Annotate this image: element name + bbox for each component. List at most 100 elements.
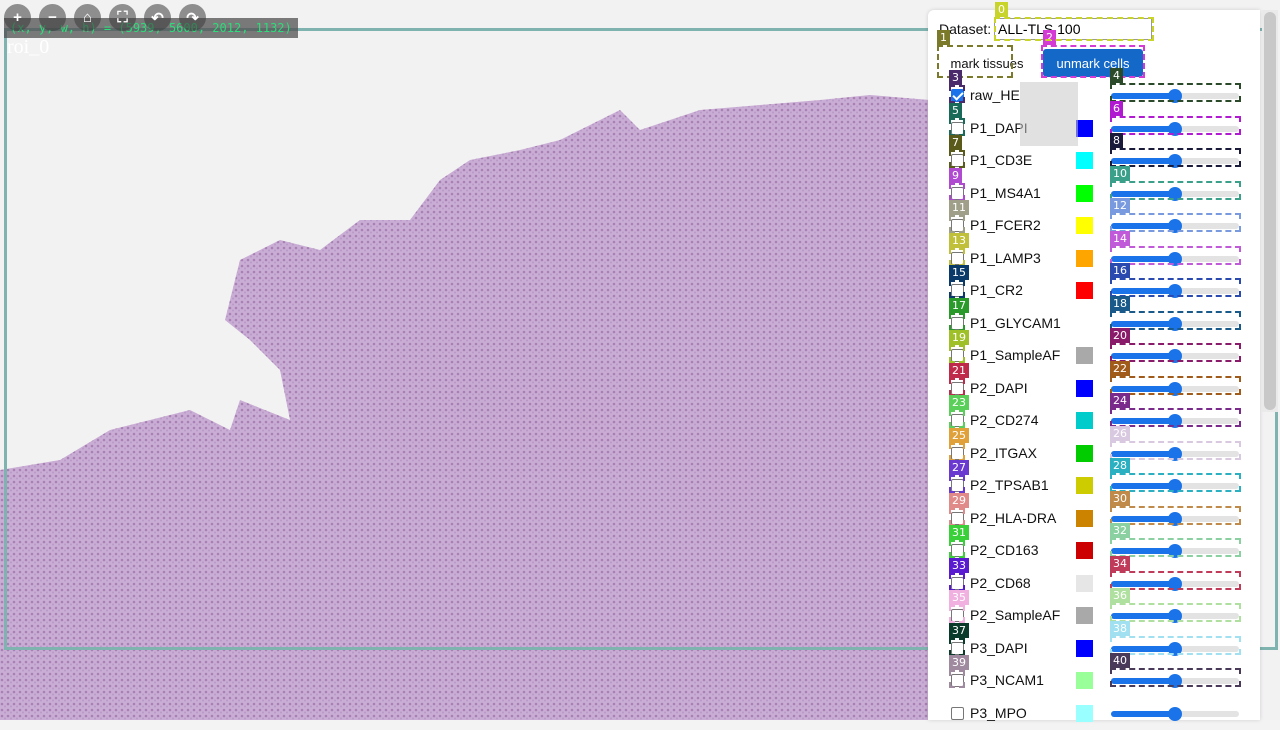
- fullscreen-icon[interactable]: ⛶: [109, 4, 136, 31]
- mark-badge: 36: [1110, 588, 1130, 603]
- zoom-in-icon[interactable]: +: [4, 4, 31, 31]
- channel-name: P3_MPO: [970, 704, 1027, 721]
- mark-badge: 13: [949, 232, 969, 248]
- channel-color-swatch[interactable]: [1076, 509, 1093, 527]
- scrollbar-thumb[interactable]: [1264, 12, 1276, 410]
- mark-badge: 27: [949, 460, 969, 475]
- channel-color-swatch[interactable]: [1076, 672, 1093, 689]
- mark-badge: 21: [949, 362, 969, 378]
- mark-frame: [1110, 343, 1241, 362]
- channel-color-swatch[interactable]: [1076, 314, 1093, 332]
- hover-overlay: [1020, 82, 1078, 146]
- mark-frame: [949, 215, 965, 233]
- mark-frame: [1110, 245, 1241, 265]
- mark-frame: [1110, 310, 1241, 330]
- mark-badge: 33: [949, 557, 969, 573]
- mark-badge: 6: [1110, 100, 1123, 116]
- mark-frame: [1110, 635, 1241, 655]
- mark-badge: 8: [1110, 133, 1123, 148]
- mark-frame: [1110, 440, 1241, 460]
- mark-frame: [949, 572, 965, 591]
- channel-color-swatch[interactable]: [1076, 249, 1093, 267]
- mark-frame: [1110, 375, 1241, 395]
- mark-frame: [949, 637, 965, 656]
- channel-name: P1_MS4A1: [970, 184, 1041, 201]
- channel-color-swatch[interactable]: [1076, 639, 1093, 657]
- rotate-right-icon[interactable]: ↷: [179, 4, 206, 31]
- channel-checkbox[interactable]: [951, 706, 964, 720]
- mark-frame: [1110, 115, 1241, 135]
- mark-badge: 7: [949, 135, 962, 150]
- mark-badge: 31: [949, 525, 969, 540]
- channel-color-swatch[interactable]: [1076, 119, 1093, 137]
- mark-badge: 1: [937, 30, 950, 45]
- mark-frame: [1110, 278, 1241, 297]
- mark-frame: [1041, 45, 1145, 78]
- mark-frame: [949, 150, 965, 168]
- mark-frame: [1110, 603, 1241, 622]
- channel-color-swatch[interactable]: [1076, 379, 1093, 397]
- mark-badge: 4: [1110, 68, 1123, 83]
- mark-frame: [949, 117, 965, 136]
- mark-frame: [949, 475, 965, 493]
- channel-name: P2_TPSAB1: [970, 477, 1049, 493]
- home-icon[interactable]: ⌂: [74, 4, 101, 31]
- channel-color-swatch[interactable]: [1076, 412, 1093, 429]
- mark-badge: 17: [949, 297, 969, 313]
- mark-badge: 24: [1110, 393, 1130, 408]
- rotate-left-icon[interactable]: ↶: [144, 4, 171, 31]
- mark-badge: 30: [1110, 490, 1130, 506]
- channel-name: P2_CD163: [970, 542, 1039, 558]
- mark-badge: 25: [949, 427, 969, 443]
- mark-frame: [949, 85, 965, 103]
- channel-name: P2_CD68: [970, 574, 1031, 591]
- mark-frame: [1110, 213, 1241, 232]
- mark-frame: [949, 280, 965, 298]
- mark-frame: [1110, 505, 1241, 525]
- slider-thumb[interactable]: [1168, 706, 1182, 721]
- mark-badge: 18: [1110, 295, 1130, 311]
- zoom-out-icon[interactable]: −: [39, 4, 66, 31]
- channel-color-swatch[interactable]: [1076, 477, 1093, 494]
- mark-frame: [949, 670, 965, 688]
- channel-color-swatch[interactable]: [1076, 184, 1093, 202]
- mark-frame: [949, 507, 965, 526]
- mark-badge: 0: [995, 2, 1008, 17]
- mark-badge: 38: [1110, 620, 1130, 636]
- mark-badge: 40: [1110, 653, 1130, 668]
- channel-color-swatch[interactable]: [1076, 704, 1093, 722]
- channel-color-swatch[interactable]: [1076, 444, 1093, 462]
- channel-color-swatch[interactable]: [1076, 574, 1093, 592]
- mark-badge: 29: [949, 492, 969, 508]
- mark-badge: 39: [949, 655, 969, 670]
- mark-frame: [949, 410, 965, 428]
- mark-badge: 22: [1110, 360, 1130, 376]
- mark-frame: [1110, 148, 1241, 167]
- mark-frame: [949, 182, 965, 201]
- mark-badge: 16: [1110, 263, 1130, 278]
- channel-color-swatch[interactable]: [1076, 282, 1093, 299]
- mark-badge: 3: [949, 70, 962, 85]
- channel-color-swatch[interactable]: [1076, 217, 1093, 234]
- roi-label: roi_0: [7, 36, 50, 58]
- channel-intensity-slider[interactable]: [1111, 706, 1239, 721]
- mark-frame: [949, 605, 965, 623]
- channel-name: P2_DAPI: [970, 379, 1028, 396]
- channel-name: raw_HE: [970, 87, 1020, 103]
- mark-frame: [949, 442, 965, 461]
- channel-color-swatch[interactable]: [1076, 347, 1093, 364]
- mark-badge: 26: [1110, 425, 1130, 441]
- mark-badge: 10: [1110, 165, 1130, 181]
- mark-frame: [949, 377, 965, 396]
- panel-scrollbar[interactable]: [1262, 10, 1278, 412]
- channel-name: P2_CD274: [970, 412, 1039, 428]
- viewer-toolbar: + − ⌂ ⛶ ↶ ↷: [4, 4, 206, 31]
- mark-badge: 35: [949, 590, 969, 605]
- mark-badge: 19: [949, 330, 969, 345]
- mark-badge: 32: [1110, 523, 1130, 538]
- mark-badge: 14: [1110, 230, 1130, 246]
- channel-color-swatch[interactable]: [1076, 607, 1093, 624]
- channel-name: P1_CD3E: [970, 152, 1033, 168]
- channel-color-swatch[interactable]: [1076, 542, 1093, 559]
- channel-color-swatch[interactable]: [1076, 152, 1093, 169]
